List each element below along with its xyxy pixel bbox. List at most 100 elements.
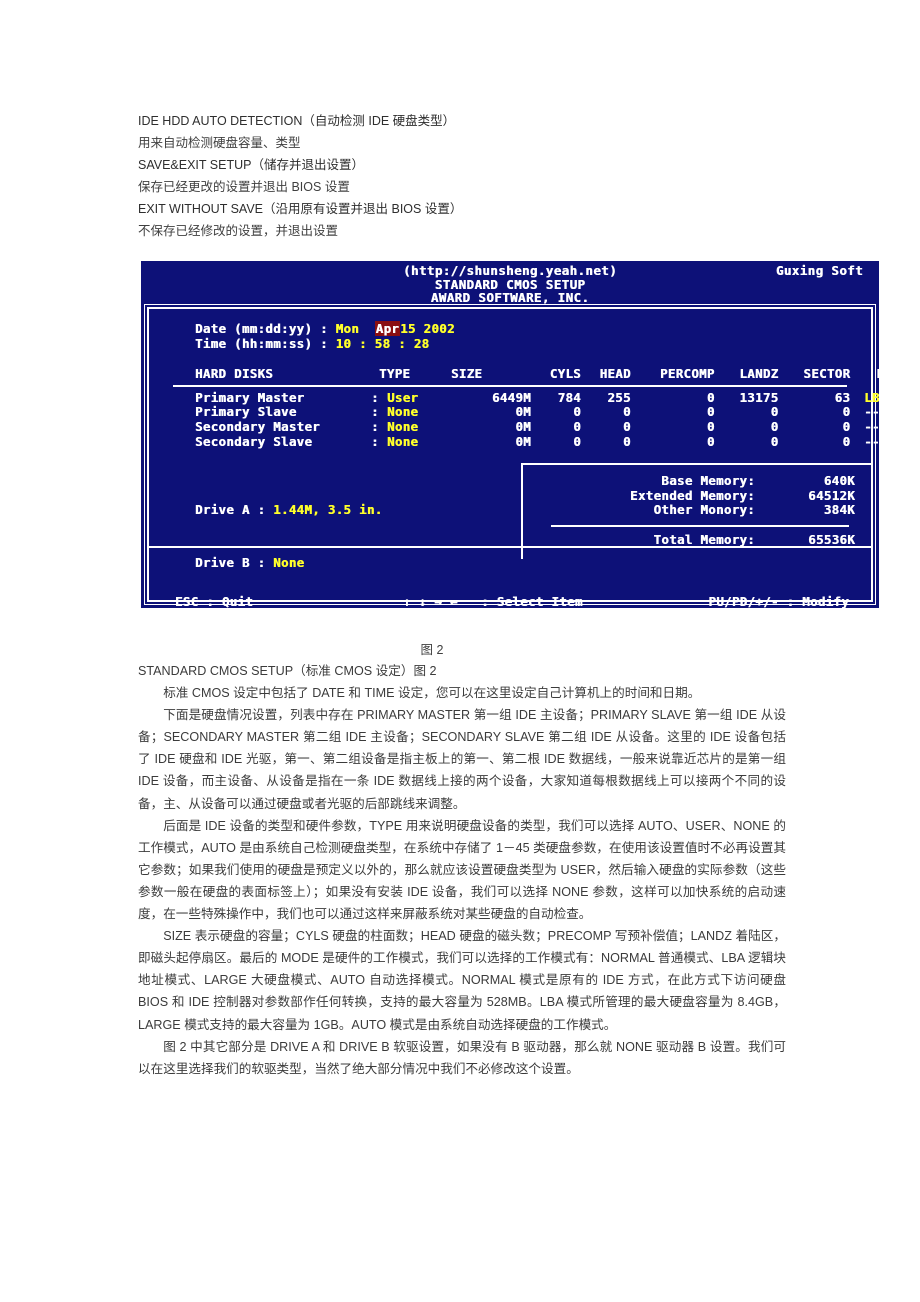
paragraph-1: 标准 CMOS 设定中包括了 DATE 和 TIME 设定，您可以在这里设定自己… — [163, 686, 701, 701]
document-page: IDE HDD AUTO DETECTION（自动检测 IDE 硬盘类型） 用来… — [0, 0, 920, 1302]
bios-base-memory-value: 640K — [823, 473, 855, 489]
hd-size: 0M — [515, 404, 531, 420]
bios-other-memory-label: Other Monory: — [653, 502, 755, 518]
bios-other-memory-row: Other Monory: 384K — [523, 503, 855, 518]
document-bottom-text: 图 2 STANDARD CMOS SETUP（标准 CMOS 设定）图 2 标… — [138, 640, 786, 1080]
bios-key-esc[interactable]: ESC : Quit — [175, 594, 310, 608]
hd-mode: ------ — [864, 404, 880, 420]
document-top-text: IDE HDD AUTO DETECTION（自动检测 IDE 硬盘类型） 用来… — [138, 110, 838, 242]
col-type: TYPE — [379, 366, 411, 382]
hd-landz: 0 — [770, 404, 779, 420]
hd-head: 255 — [607, 389, 631, 405]
hd-landz: 0 — [770, 418, 779, 434]
hd-cyls: 0 — [573, 433, 581, 449]
hd-head: 0 — [623, 418, 631, 434]
bios-harddisk-header: HARD DISKS TYPE SIZE CYLS HEAD PERCOMP LAND… — [195, 366, 879, 382]
bios-vendor: AWARD SOFTWARE, INC. — [430, 290, 590, 306]
bios-screenshot-figure: (http://shunsheng.yeah.net) STANDARD CMO… — [138, 258, 882, 612]
hd-mode: LBA — [864, 389, 880, 405]
hd-sector: 63 — [834, 389, 851, 405]
bios-brand: Guxing Soft — [775, 263, 863, 278]
hd-cyls: 0 — [573, 404, 581, 420]
bios-extended-memory-value: 64512K — [808, 487, 855, 503]
paragraph-4: SIZE 表示硬盘的容量；CYLS 硬盘的柱面数；HEAD 硬盘的磁头数；PRE… — [138, 929, 786, 1032]
hd-sector: 0 — [842, 433, 851, 449]
col-landz: LANDZ — [739, 366, 779, 382]
paragraph-3: 后面是 IDE 设备的类型和硬件参数，TYPE 用来说明硬盘设备的类型，我们可以… — [138, 818, 786, 922]
bios-floppy3-label: Floppy 3 Mode Support : — [195, 607, 375, 609]
hd-type: None — [387, 433, 419, 449]
bios-base-memory-label: Base Memory: — [661, 473, 755, 489]
bios-date-label: Date (mm:dd:yy) : — [195, 321, 328, 336]
col-mode: MODE — [858, 367, 879, 382]
bios-date-row[interactable]: Date (mm:dd:yy) : Mon Apr15 2002 — [195, 321, 857, 337]
hd-mode: ------ — [864, 433, 880, 449]
doc-line-6: 不保存已经修改的设置，并退出设置 — [138, 224, 339, 238]
bios-floppy3-row[interactable]: Floppy 3 Mode Support : Disabled — [195, 607, 445, 609]
hd-landz: 13175 — [739, 389, 779, 405]
col-sector: SECTOR — [803, 366, 851, 382]
hd-head: 0 — [623, 433, 631, 449]
hd-landz: 0 — [770, 433, 779, 449]
section-heading: STANDARD CMOS SETUP（标准 CMOS 设定）图 2 — [138, 664, 437, 678]
bios-date-rest: 15 2002 — [400, 321, 455, 336]
bios-memory-divider — [551, 524, 849, 527]
paragraph-2: 下面是硬盘情况设置，列表中存在 PRIMARY MASTER 第一组 IDE 主… — [138, 708, 786, 811]
hd-sector: 0 — [842, 418, 851, 434]
figure-caption: 图 2 — [420, 643, 444, 657]
bios-main-frame: Date (mm:dd:yy) : Mon Apr15 2002 Time (h… — [144, 304, 879, 608]
bios-time-ss[interactable]: 28 — [414, 336, 430, 351]
bios-date-weekday: Mon — [335, 321, 360, 336]
table-row[interactable]: Primary Slave:None0M0 0 0 0 0 ------ — [195, 404, 879, 420]
hd-sector: 0 — [842, 404, 851, 420]
col-size: SIZE — [451, 366, 483, 382]
bios-extended-memory-label: Extended Memory: — [630, 487, 755, 503]
bios-url: (http://shunsheng.yeah.net) — [403, 263, 617, 278]
hd-size: 0M — [515, 433, 531, 449]
hd-mode: ------ — [864, 418, 880, 434]
table-row[interactable]: Secondary Slave:None0M0 0 0 0 0 ------ — [195, 433, 879, 450]
bios-time-label: Time (hh:mm:ss) : — [195, 335, 328, 351]
table-row[interactable]: Primary Master: User 6449M 784 255 0 13175 … — [195, 389, 879, 406]
bios-datetime-group: Date (mm:dd:yy) : Mon Apr15 2002 Time (h… — [195, 321, 857, 352]
col-cyls: CYLS — [549, 366, 581, 382]
bios-date-month[interactable]: Apr — [374, 321, 401, 336]
bios-extended-memory-row: Extended Memory: 64512K — [523, 487, 855, 504]
hd-size: 0M — [515, 418, 531, 434]
table-row[interactable]: Secondary Master:None0M0 0 0 0 0 ------ — [195, 418, 879, 435]
bios-other-memory-value: 384K — [823, 502, 855, 518]
bios-memory-panel: Base Memory: 640K Extended Memory: 64512K … — [521, 463, 871, 560]
bios-drive-a-value: 1.44M, 3.5 in. — [273, 502, 383, 518]
bios-time-mm[interactable]: 58 — [375, 336, 391, 351]
bios-harddisk-table: HARD DISKS TYPE SIZE CYLS HEAD PERCOMP LAND… — [163, 366, 879, 450]
hd-cyls: 0 — [573, 418, 581, 434]
hd-name: Primary Slave — [195, 404, 297, 420]
col-hard-disks: HARD DISKS — [195, 366, 274, 382]
hd-name: Secondary Master — [195, 418, 320, 434]
col-head: HEAD — [599, 366, 631, 382]
bios-header: (http://shunsheng.yeah.net) STANDARD CMO… — [141, 261, 879, 306]
bios-time-hh[interactable]: 10 — [336, 336, 352, 351]
bios-time-row[interactable]: Time (hh:mm:ss) : 10 : 58 : 28 — [195, 335, 857, 352]
bios-key-modify[interactable]: PU/PD/+/- : Modify — [708, 594, 849, 608]
doc-line-3: SAVE&EXIT SETUP（储存并退出设置） — [138, 158, 364, 172]
hd-percomp: 0 — [706, 418, 715, 434]
paragraph-5: 图 2 中其它部分是 DRIVE A 和 DRIVE B 软驱设置，如果没有 B… — [138, 1039, 786, 1076]
hd-head: 0 — [623, 404, 631, 420]
hd-name: Secondary Slave — [195, 433, 313, 449]
hd-percomp: 0 — [706, 433, 715, 449]
hd-percomp: 0 — [706, 389, 715, 405]
doc-line-4: 保存已经更改的设置并退出 BIOS 设置 — [138, 180, 350, 194]
bios-title: STANDARD CMOS SETUP — [434, 276, 586, 292]
hd-type: User — [387, 389, 419, 405]
doc-line-2: 用来自动检测硬盘容量、类型 — [138, 136, 301, 150]
hd-cyls: 784 — [557, 389, 581, 405]
bios-drive-a-label: Drive A : — [195, 502, 266, 518]
bios-harddisk-header-rule — [173, 384, 847, 387]
bios-floppy3-value: Disabled — [382, 607, 444, 609]
doc-line-1: IDE HDD AUTO DETECTION（自动检测 IDE 硬盘类型） — [138, 114, 456, 128]
bios-help-bar: ESC : Quit F1 : Help ↑ ↓ → ← : Select It… — [149, 546, 871, 608]
hd-percomp: 0 — [706, 404, 715, 420]
hd-type: None — [387, 404, 419, 420]
bios-key-arrows[interactable]: ↑ ↓ → ← : Select Item — [403, 594, 590, 608]
